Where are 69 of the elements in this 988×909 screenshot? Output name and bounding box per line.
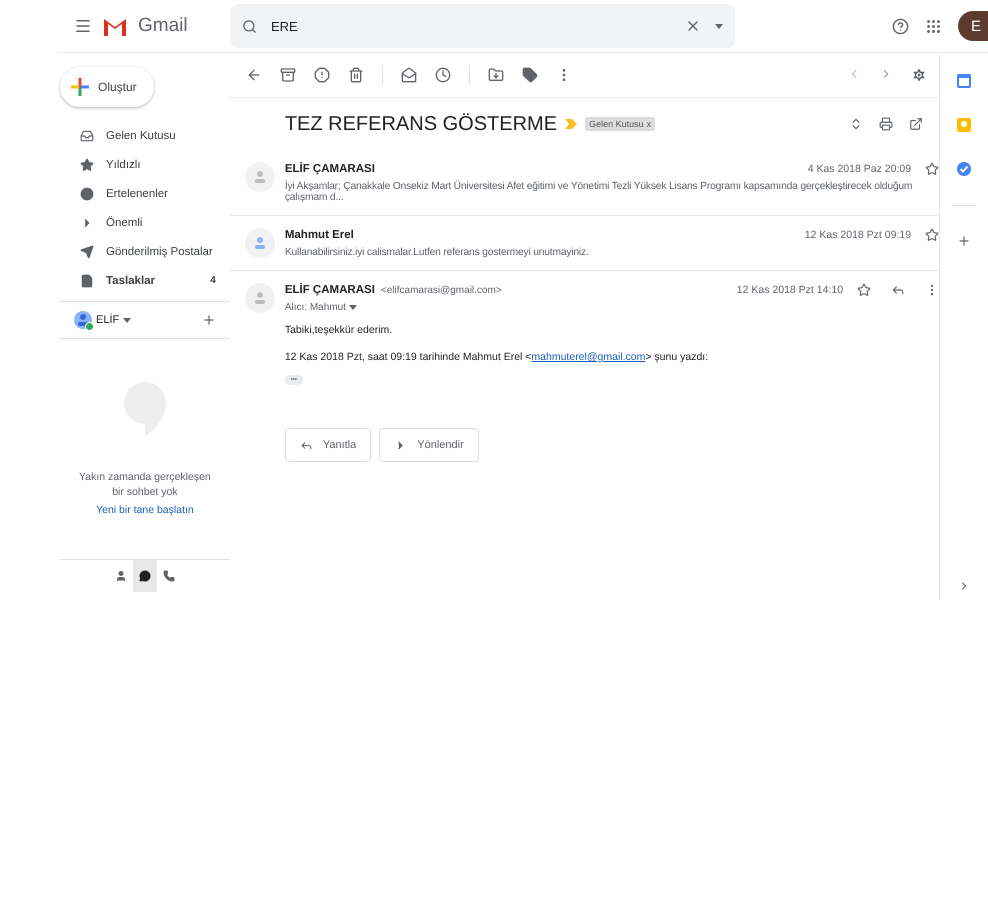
caret-icon[interactable] bbox=[715, 24, 723, 28]
nav-label[interactable]: Ertelenenler bbox=[106, 188, 168, 200]
new-window-icon[interactable] bbox=[909, 117, 924, 131]
apps-grid-icon[interactable] bbox=[925, 18, 942, 34]
star-icon[interactable] bbox=[80, 158, 94, 172]
email-link[interactable]: mahmuterel@gmail.com bbox=[531, 351, 646, 363]
calendar-icon[interactable] bbox=[956, 73, 972, 89]
message-date: 12 Kas 2018 Pzt 14:10 bbox=[736, 284, 844, 296]
envelope-icon[interactable] bbox=[400, 67, 417, 83]
action-button[interactable]: Yönlendir bbox=[379, 428, 479, 462]
print-icon[interactable] bbox=[879, 117, 894, 131]
archive-icon[interactable] bbox=[280, 67, 296, 83]
plus-icon[interactable] bbox=[957, 234, 972, 248]
start-chat-link[interactable]: Yeni bir tane başlatın bbox=[96, 504, 194, 516]
star-icon[interactable] bbox=[925, 228, 940, 242]
caret-icon[interactable] bbox=[123, 318, 132, 322]
chat-tab[interactable] bbox=[132, 560, 157, 592]
message-snippet: Kullanabilirsiniz.iyi calismalar.Lutfen referans gostermeyi unutmayiniz. bbox=[284, 247, 590, 258]
file-icon[interactable] bbox=[80, 274, 94, 288]
recipient-dropdown[interactable]: Alıcı: Mahmut bbox=[284, 302, 940, 313]
avatar-icon bbox=[252, 236, 267, 250]
action-button[interactable]: Yanıtla bbox=[284, 428, 372, 462]
chat-user-name[interactable]: ELİF bbox=[96, 314, 120, 326]
sender-name: Mahmut Erel bbox=[284, 229, 354, 241]
label-chip[interactable]: Gelen Kutusu x bbox=[585, 117, 656, 131]
compose-button[interactable]: Oluştur bbox=[60, 67, 154, 107]
star-icon[interactable] bbox=[857, 283, 872, 297]
settings-icon[interactable] bbox=[911, 67, 928, 83]
send-icon[interactable] bbox=[80, 244, 94, 258]
inbox-icon[interactable] bbox=[80, 128, 94, 142]
trash-icon[interactable] bbox=[348, 67, 364, 83]
caret-icon[interactable] bbox=[348, 305, 357, 310]
nav-label[interactable]: Taslaklar bbox=[106, 274, 156, 286]
tag-icon[interactable] bbox=[522, 67, 538, 83]
check-circle-icon[interactable] bbox=[956, 161, 972, 177]
message-snippet: İyi Akşamlar; Çanakkale Onsekiz Mart Üniversitesi Afet eğitimi ve Yönetimi Tezli Yüksek Lisans Programı kapsamında gerçekleştirecek olduğum çalışmam d... bbox=[284, 181, 914, 203]
empty-chat-message: Yakın zamanda gerçekleşen bir sohbet yok bbox=[78, 470, 212, 500]
alert-icon[interactable] bbox=[314, 67, 330, 83]
nav-label[interactable]: Gelen Kutusu bbox=[106, 130, 176, 142]
message-date: 12 Kas 2018 Pzt 09:19 bbox=[804, 229, 912, 241]
account-avatar[interactable]: E bbox=[958, 11, 988, 41]
back-arrow-icon[interactable] bbox=[246, 67, 262, 83]
sender-name: ELİF ÇAMARASI bbox=[284, 284, 375, 296]
nav-label[interactable]: Gönderilmiş Postalar bbox=[106, 246, 213, 258]
plus-icon[interactable] bbox=[202, 313, 216, 327]
avatar-icon bbox=[252, 170, 267, 184]
message-date: 4 Kas 2018 Paz 20:09 bbox=[808, 163, 912, 175]
message-body: Tabiki,teşekkür ederim. bbox=[284, 324, 394, 336]
menu-icon[interactable] bbox=[74, 17, 92, 35]
person-icon bbox=[114, 570, 127, 582]
search-icon[interactable] bbox=[242, 18, 257, 34]
move-down-icon[interactable] bbox=[488, 67, 504, 83]
star-icon[interactable] bbox=[925, 162, 940, 176]
sender-email: <elifcamarasi@gmail.com> bbox=[380, 284, 502, 296]
app-name: Gmail bbox=[138, 15, 188, 37]
mail-logo-icon[interactable] bbox=[102, 16, 128, 36]
avatar-icon bbox=[252, 291, 267, 305]
phone-icon bbox=[162, 570, 175, 582]
nav-label[interactable]: Önemli bbox=[106, 216, 142, 228]
importance-marker-icon[interactable] bbox=[565, 119, 578, 129]
unread-count: 4 bbox=[210, 275, 216, 286]
search-field[interactable]: ERE bbox=[230, 4, 735, 48]
nav-label[interactable]: Yıldızlı bbox=[106, 158, 141, 170]
sender-name: ELİF ÇAMARASI bbox=[284, 163, 375, 175]
thread-subject: TEZ REFERANS GÖSTERME bbox=[284, 112, 558, 136]
help-icon[interactable] bbox=[892, 18, 909, 34]
chat-bubble-icon bbox=[138, 570, 151, 582]
quote-header: 12 Kas 2018 Pzt, saat 09:19 tarihinde Mahmut Erel <mahmuterel@gmail.com> şunu yazdı: bbox=[284, 351, 710, 363]
plus-icon bbox=[70, 77, 90, 97]
